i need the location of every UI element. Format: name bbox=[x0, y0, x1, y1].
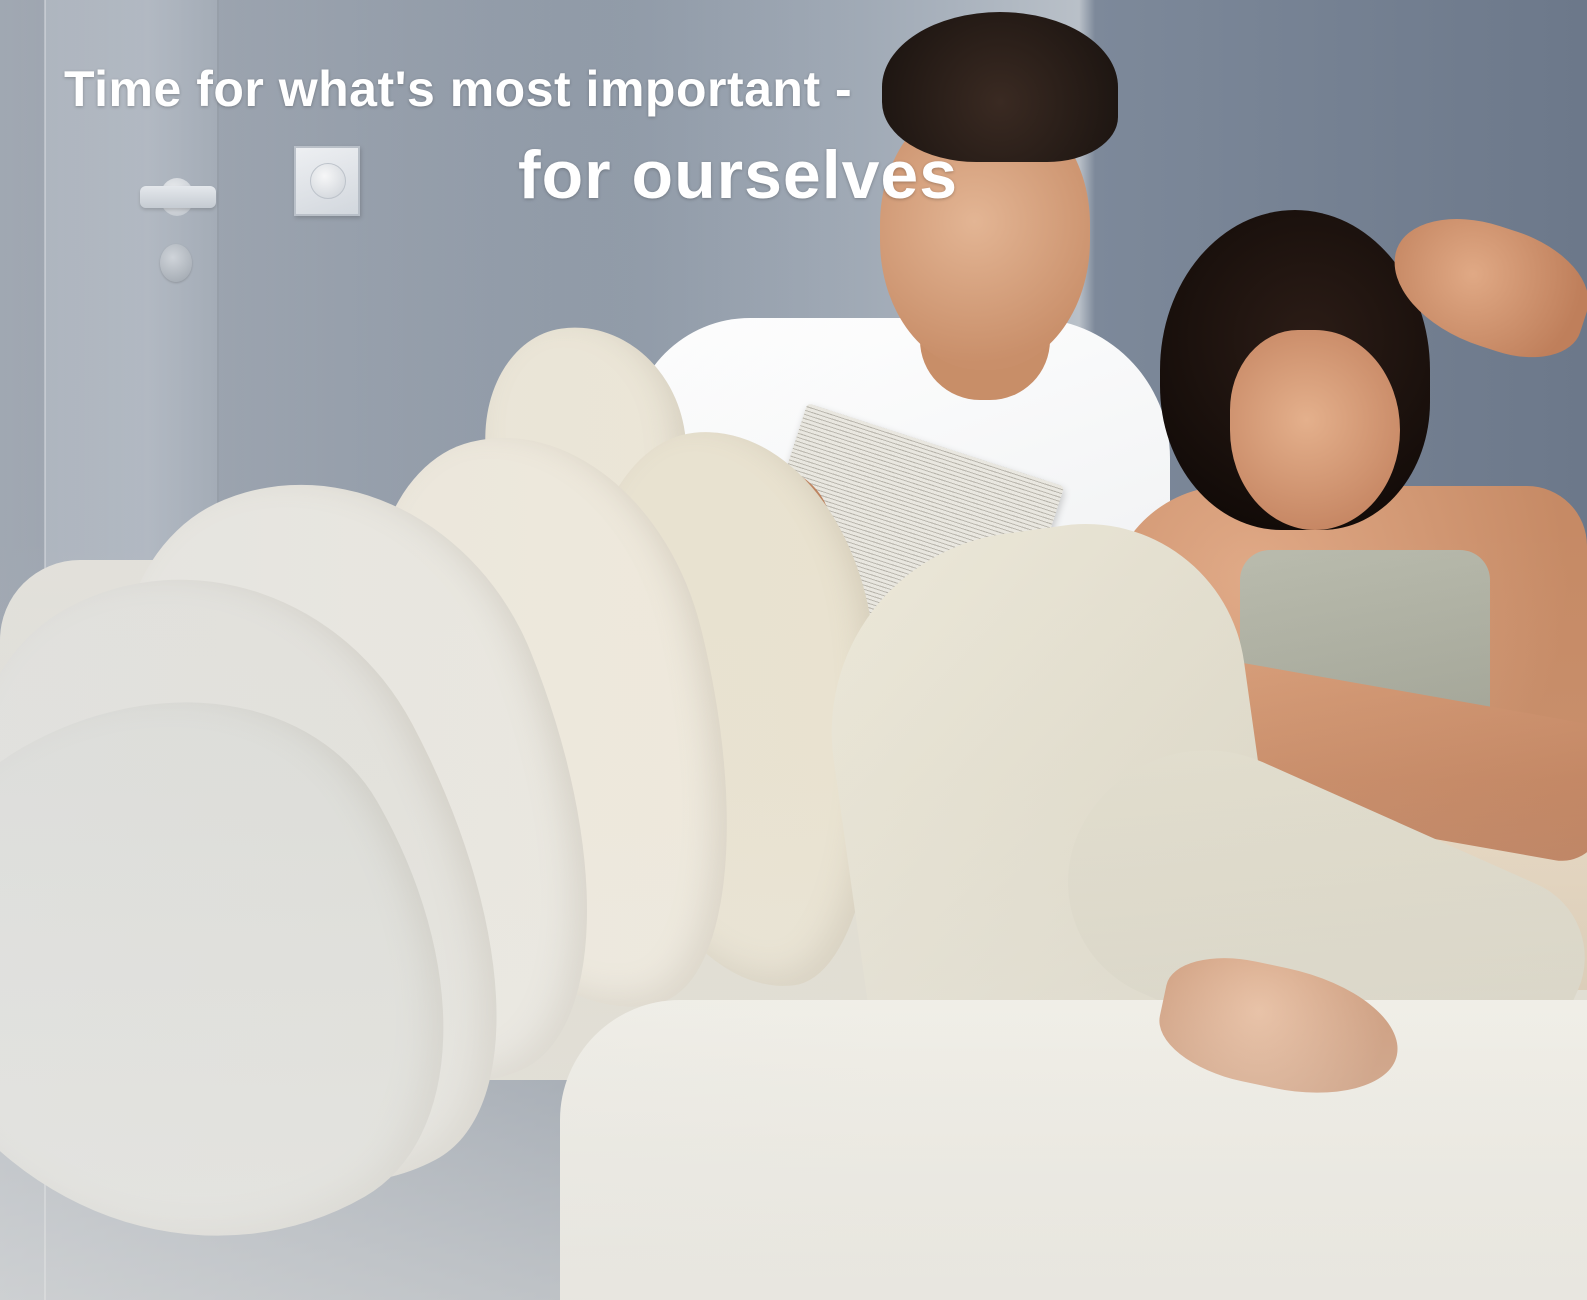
photo-scene: Time for what's most important - for our… bbox=[0, 0, 1587, 1300]
light-switch-icon bbox=[294, 146, 360, 216]
subheadline: for ourselves bbox=[518, 137, 959, 213]
door-handle-icon bbox=[140, 186, 216, 208]
headline: Time for what's most important - bbox=[64, 61, 853, 117]
woman-face bbox=[1230, 330, 1400, 530]
light-switch-knob bbox=[310, 163, 346, 199]
sofa-seat bbox=[560, 1000, 1587, 1300]
door-lock-icon bbox=[160, 244, 192, 282]
